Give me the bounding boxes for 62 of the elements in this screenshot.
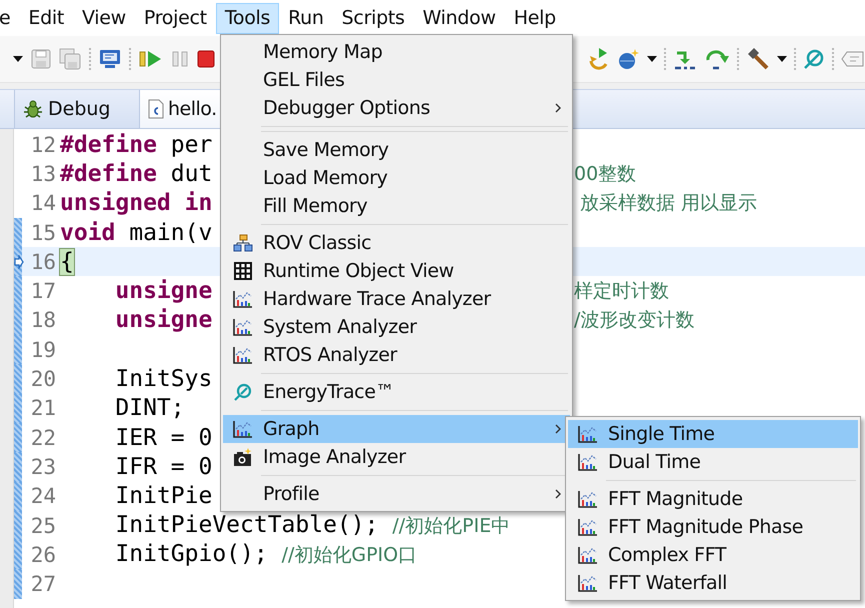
code-line: InitGpio(); //初始化GPIO口 [114, 541, 418, 568]
menu-item[interactable]: Help [504, 2, 565, 34]
code-line: InitPieVectTable(); //初始化PIE中 [114, 512, 510, 539]
menu-item[interactable]: Window [414, 2, 505, 34]
menu-item[interactable]: Tools [216, 2, 280, 34]
menu-item[interactable]: View [73, 2, 135, 34]
menu-item[interactable]: FFT Waterfall [568, 569, 858, 597]
menu-item[interactable]: Fill Memory [223, 192, 570, 220]
menu-item[interactable]: Save Memory [223, 136, 570, 164]
menu-item[interactable]: FFT Magnitude [568, 485, 858, 513]
menu-item[interactable]: Single Time [568, 420, 858, 448]
line-number: 26 [30, 542, 57, 567]
line-number: 16 [30, 250, 57, 274]
line-number: 25 [30, 514, 57, 538]
menu-item[interactable]: Edit [19, 2, 73, 34]
code-comment: 样定时计数 [574, 279, 669, 304]
line-number: 18 [30, 308, 57, 332]
menu-item[interactable]: Project [134, 2, 216, 34]
code-line: DINT; [114, 395, 185, 422]
code-line: IFR = 0 [114, 454, 212, 480]
line-number: 14 [30, 191, 57, 216]
code-line: unsigne [114, 307, 212, 334]
code-line: #define dut [60, 160, 212, 187]
line-number: 13 [30, 162, 57, 186]
code-line: void main(v [60, 220, 212, 246]
line-number: 23 [30, 454, 57, 479]
menu-item[interactable]: e [0, 2, 20, 34]
code-line: unsigned in [60, 190, 212, 216]
menu-item[interactable]: Dual Time [568, 448, 858, 476]
line-number: 19 [30, 338, 57, 362]
menu-item[interactable]: Graph [223, 415, 570, 443]
menu-item[interactable]: Load Memory [223, 164, 570, 192]
code-line: IER = 0 [114, 424, 212, 451]
menu-item[interactable]: System Analyzer [223, 313, 570, 341]
line-number: 21 [30, 396, 57, 420]
menu-item[interactable]: Debugger Options [223, 94, 570, 122]
code-line: #define per [60, 132, 212, 158]
menu-item[interactable]: Runtime Object View [223, 257, 570, 285]
line-number: 15 [30, 220, 57, 245]
line-number: 22 [30, 426, 57, 450]
line-number: 27 [30, 572, 57, 596]
menu-item[interactable]: RTOS Analyzer [223, 341, 570, 369]
menu-item[interactable]: Run [279, 2, 333, 34]
code-comment: /波形改变计数 [574, 308, 694, 334]
line-number: 17 [30, 279, 57, 304]
code-comment: 放采样数据 用以显示 [579, 191, 758, 216]
line-number: 12 [30, 132, 57, 157]
tab[interactable]: hello. [140, 90, 220, 128]
menu-item[interactable]: Complex FFT [568, 541, 858, 569]
menu-item[interactable]: Hardware Trace Analyzer [223, 285, 570, 313]
code-line: unsigne [114, 278, 212, 304]
menu-item[interactable]: FFT Magnitude Phase [568, 513, 858, 541]
menu-item[interactable]: EnergyTrace™ [223, 378, 570, 406]
code-line: InitPie [114, 483, 212, 510]
code-comment: 00整数 [574, 162, 636, 187]
menu-item[interactable]: Scripts [332, 2, 414, 34]
menu-item[interactable]: ROV Classic [223, 229, 570, 257]
line-number: 24 [30, 484, 57, 508]
line-number: 20 [30, 367, 57, 392]
menu-item[interactable]: GEL Files [223, 66, 570, 94]
code-line: InitSys [114, 366, 212, 392]
tab[interactable]: Debug [14, 90, 140, 128]
